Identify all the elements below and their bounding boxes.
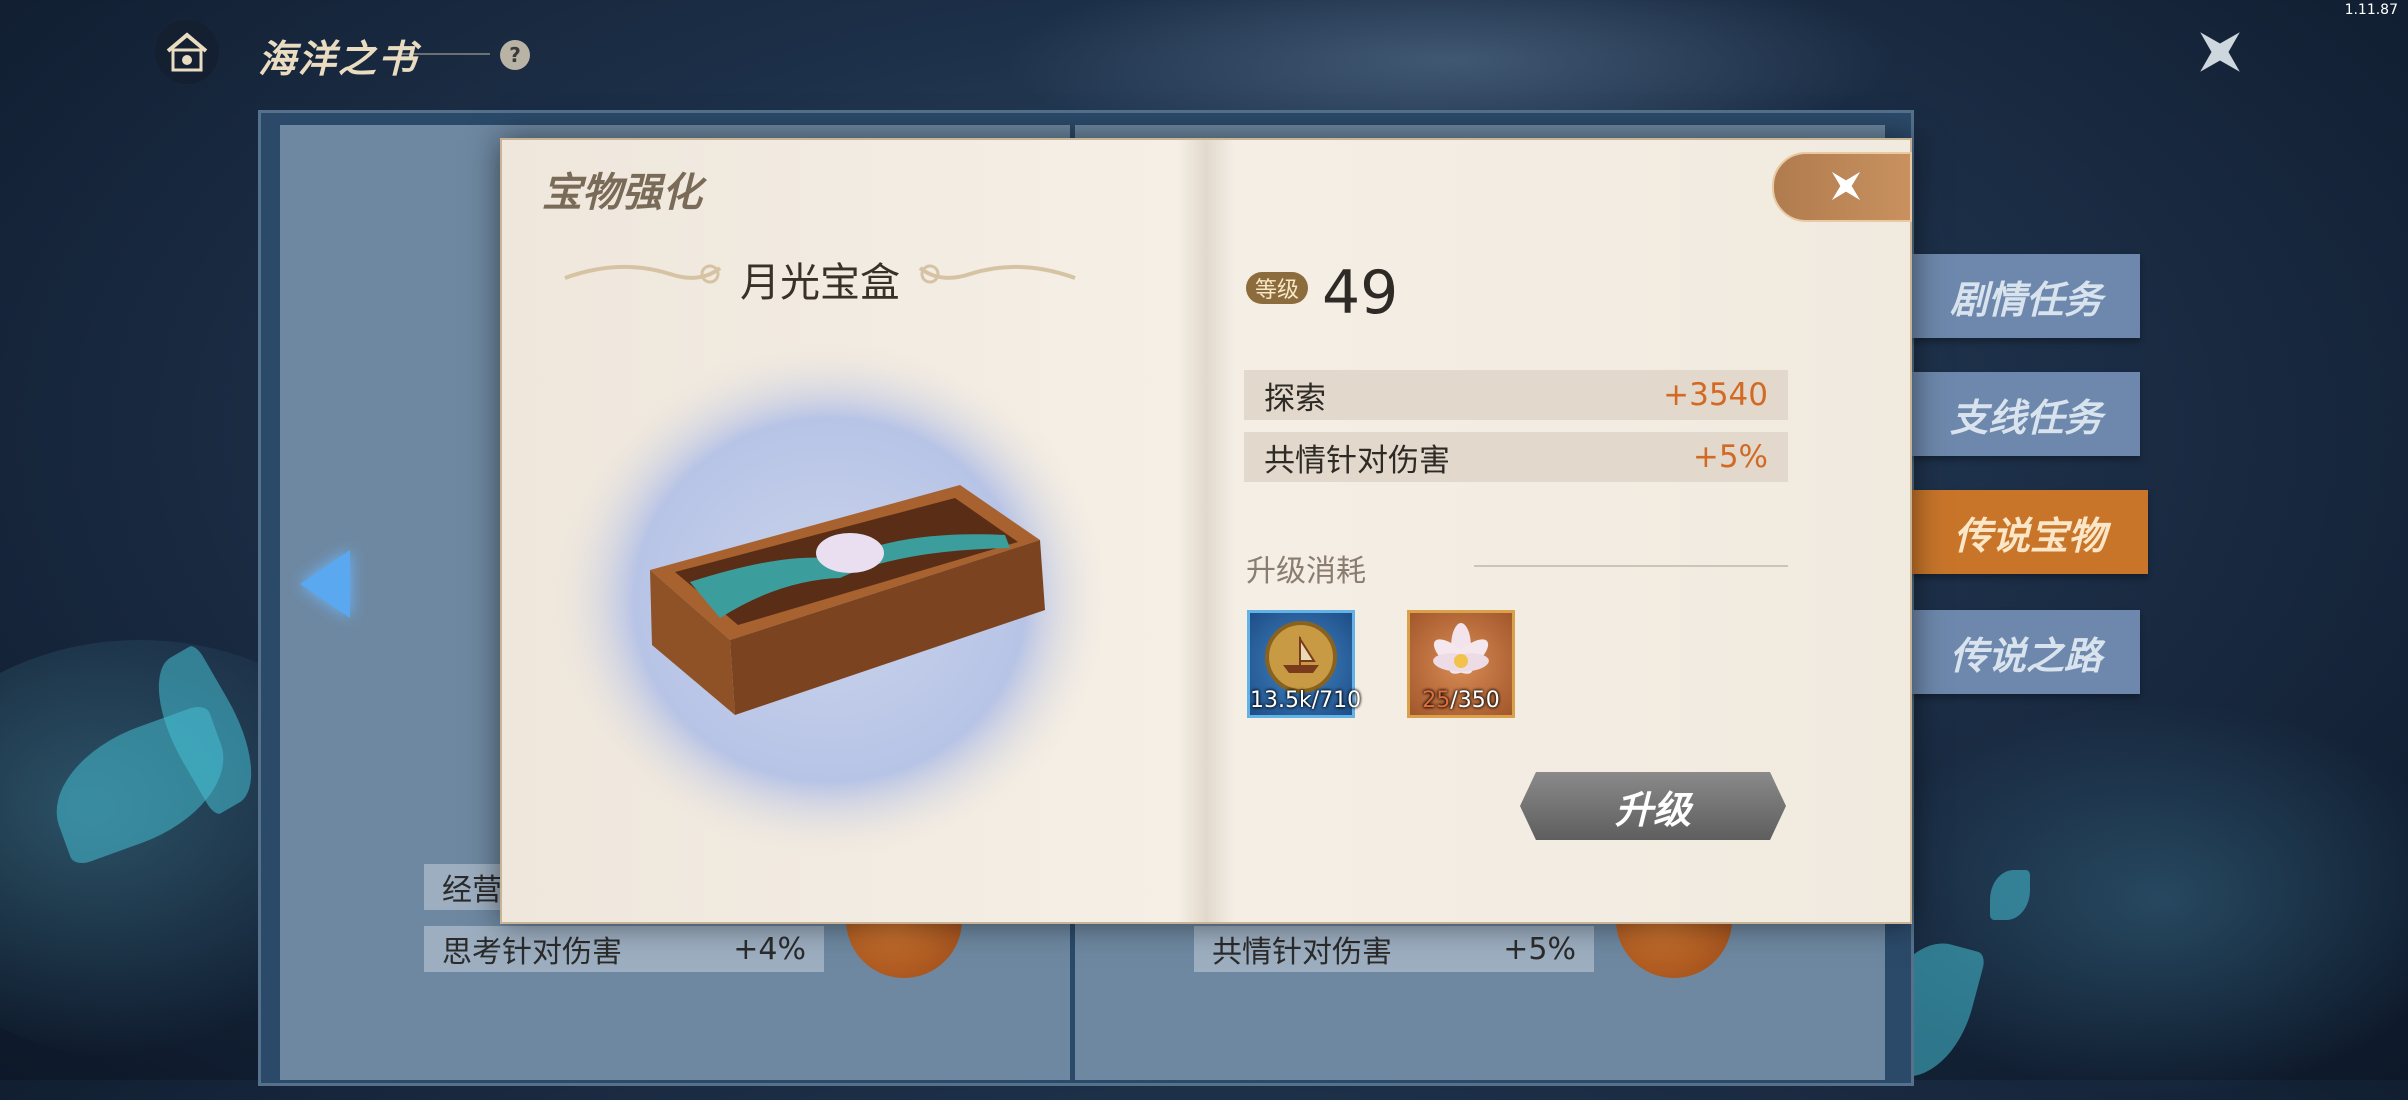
level-value: 49: [1322, 258, 1399, 328]
close-button[interactable]: [1772, 152, 1912, 222]
home-button[interactable]: [155, 20, 219, 84]
close-icon: [1831, 171, 1861, 201]
stat-row: 探索 +3540: [1244, 370, 1788, 420]
cost-have: 25: [1422, 688, 1451, 713]
stat-label: 探索: [1264, 380, 1326, 417]
flourish-left-icon: [564, 264, 722, 284]
cost-need: /710: [1311, 688, 1362, 713]
cost-need: /350: [1450, 688, 1500, 713]
stat-label: 共情针对伤害: [1264, 442, 1450, 479]
bg-stat-label: 思考针对伤害: [442, 935, 622, 970]
tab-legend-treasure[interactable]: 传说宝物: [1912, 490, 2148, 574]
prev-arrow-icon[interactable]: [300, 550, 350, 618]
bg-stat-label: 经营: [442, 873, 502, 908]
bg-stat-value: +5%: [1503, 931, 1576, 967]
bg-stat-row: 思考针对伤害 +4%: [424, 926, 824, 972]
level-badge: 等级: [1246, 272, 1308, 304]
lotus-icon: [1433, 623, 1489, 674]
upgrade-button[interactable]: 升级: [1520, 772, 1786, 840]
dialog-title: 宝物强化: [542, 169, 702, 216]
page-title: 海洋之书: [258, 36, 419, 81]
ship-coin-icon: [1265, 621, 1337, 693]
flourish-right-icon: [918, 264, 1076, 284]
bg-stat-row: 共情针对伤害 +5%: [1194, 926, 1594, 972]
help-button[interactable]: ?: [500, 40, 530, 70]
cost-title: 升级消耗: [1246, 554, 1366, 589]
close-game-button[interactable]: [2188, 20, 2252, 84]
version-label: 1.11.87: [2344, 2, 2398, 18]
tab-side-quests[interactable]: 支线任务: [1912, 372, 2140, 456]
home-icon: [166, 32, 208, 72]
cost-item-ship-coin[interactable]: 13.5k/710: [1247, 610, 1361, 718]
cost-item-lotus[interactable]: 25/350: [1407, 610, 1515, 718]
four-point-star-icon: [2200, 32, 2240, 72]
moonlight-box-image: [550, 340, 1110, 860]
tab-legend-road[interactable]: 传说之路: [1912, 610, 2140, 694]
cost-have: 13.5k: [1250, 688, 1312, 713]
stat-row: 共情针对伤害 +5%: [1244, 432, 1788, 482]
stat-value: +5%: [1692, 439, 1768, 475]
cost-divider: [1474, 565, 1788, 567]
item-name: 月光宝盒: [740, 260, 900, 306]
tab-story-quests[interactable]: 剧情任务: [1912, 254, 2140, 338]
cost-amount: 13.5k/710: [1250, 688, 1361, 713]
bg-stat-label: 共情针对伤害: [1212, 935, 1392, 970]
cost-amount: 25/350: [1410, 688, 1512, 713]
bg-stat-value: +4%: [733, 931, 806, 967]
title-divider: [400, 53, 490, 55]
stat-value: +3540: [1663, 377, 1768, 413]
